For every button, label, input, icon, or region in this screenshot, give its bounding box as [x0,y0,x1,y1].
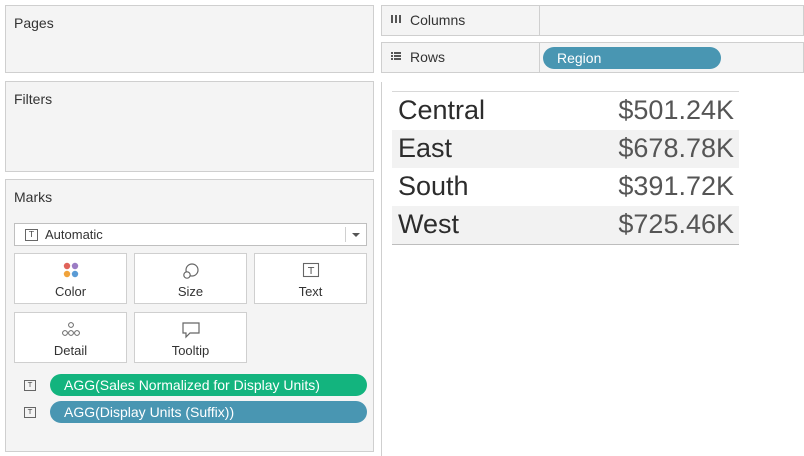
text-label: Text [298,284,323,299]
sales-value: $725.46K [618,209,734,239]
columns-icon [390,12,404,28]
tooltip-label: Tooltip [171,343,210,358]
pages-card[interactable]: Pages [5,5,374,73]
region-name: East [398,133,453,163]
text-table: Central $501.24K East $678.78K South $39… [392,91,739,245]
dropdown-separator [345,227,346,242]
filters-card[interactable]: Filters [5,81,374,172]
sales-value: $501.24K [618,95,734,125]
text-mark-icon: T [25,228,38,241]
rows-label: Rows [410,49,446,65]
marks-field-row: T AGG(Sales Normalized for Display Units… [24,374,367,396]
detail-label: Detail [53,343,88,358]
marks-title: Marks [14,189,53,205]
pages-title: Pages [14,15,54,31]
region-name: South [398,171,469,201]
columns-shelf[interactable]: Columns [381,5,804,36]
view-canvas: Central $501.24K East $678.78K South $39… [381,82,804,456]
chevron-down-icon [352,233,360,237]
mark-type-dropdown[interactable]: T Automatic [14,223,367,246]
display-units-suffix-pill[interactable]: AGG(Display Units (Suffix)) [50,401,367,423]
region-name: West [398,209,460,239]
columns-label-group: Columns [390,12,465,28]
svg-text:T: T [306,266,314,277]
marks-card: Marks T Automatic Color Size T Text Deta… [5,179,374,452]
table-row[interactable]: East $678.78K [392,130,739,168]
shelf-divider [539,43,540,72]
sales-value: $391.72K [618,171,734,201]
region-pill[interactable]: Region [543,47,721,69]
rows-shelf[interactable]: Rows Region [381,42,804,73]
rows-icon [390,49,404,65]
table-row[interactable]: South $391.72K [392,168,739,206]
mark-type-value: Automatic [45,227,103,242]
text-icon: T [302,262,320,281]
size-button[interactable]: Size [134,253,247,304]
detail-button[interactable]: Detail [14,312,127,363]
size-icon [181,262,201,283]
color-button[interactable]: Color [14,253,127,304]
columns-label: Columns [410,12,466,28]
color-label: Color [54,284,87,299]
table-row[interactable]: Central $501.24K [392,92,739,130]
sales-normalized-pill[interactable]: AGG(Sales Normalized for Display Units) [50,374,367,396]
size-label: Size [177,284,204,299]
text-encoding-icon[interactable]: T [24,379,36,391]
text-button[interactable]: T Text [254,253,367,304]
table-bottom-border [392,244,739,245]
region-name: Central [398,95,486,125]
tooltip-button[interactable]: Tooltip [134,312,247,363]
color-icon [62,262,80,281]
tooltip-icon [181,321,201,342]
detail-icon [60,321,82,340]
shelf-divider [539,6,540,35]
sales-value: $678.78K [618,133,734,163]
rows-label-group: Rows [390,49,445,65]
text-encoding-icon[interactable]: T [24,406,36,418]
marks-field-row: T AGG(Display Units (Suffix)) [24,401,367,423]
filters-title: Filters [14,91,53,107]
table-row[interactable]: West $725.46K [392,206,739,244]
